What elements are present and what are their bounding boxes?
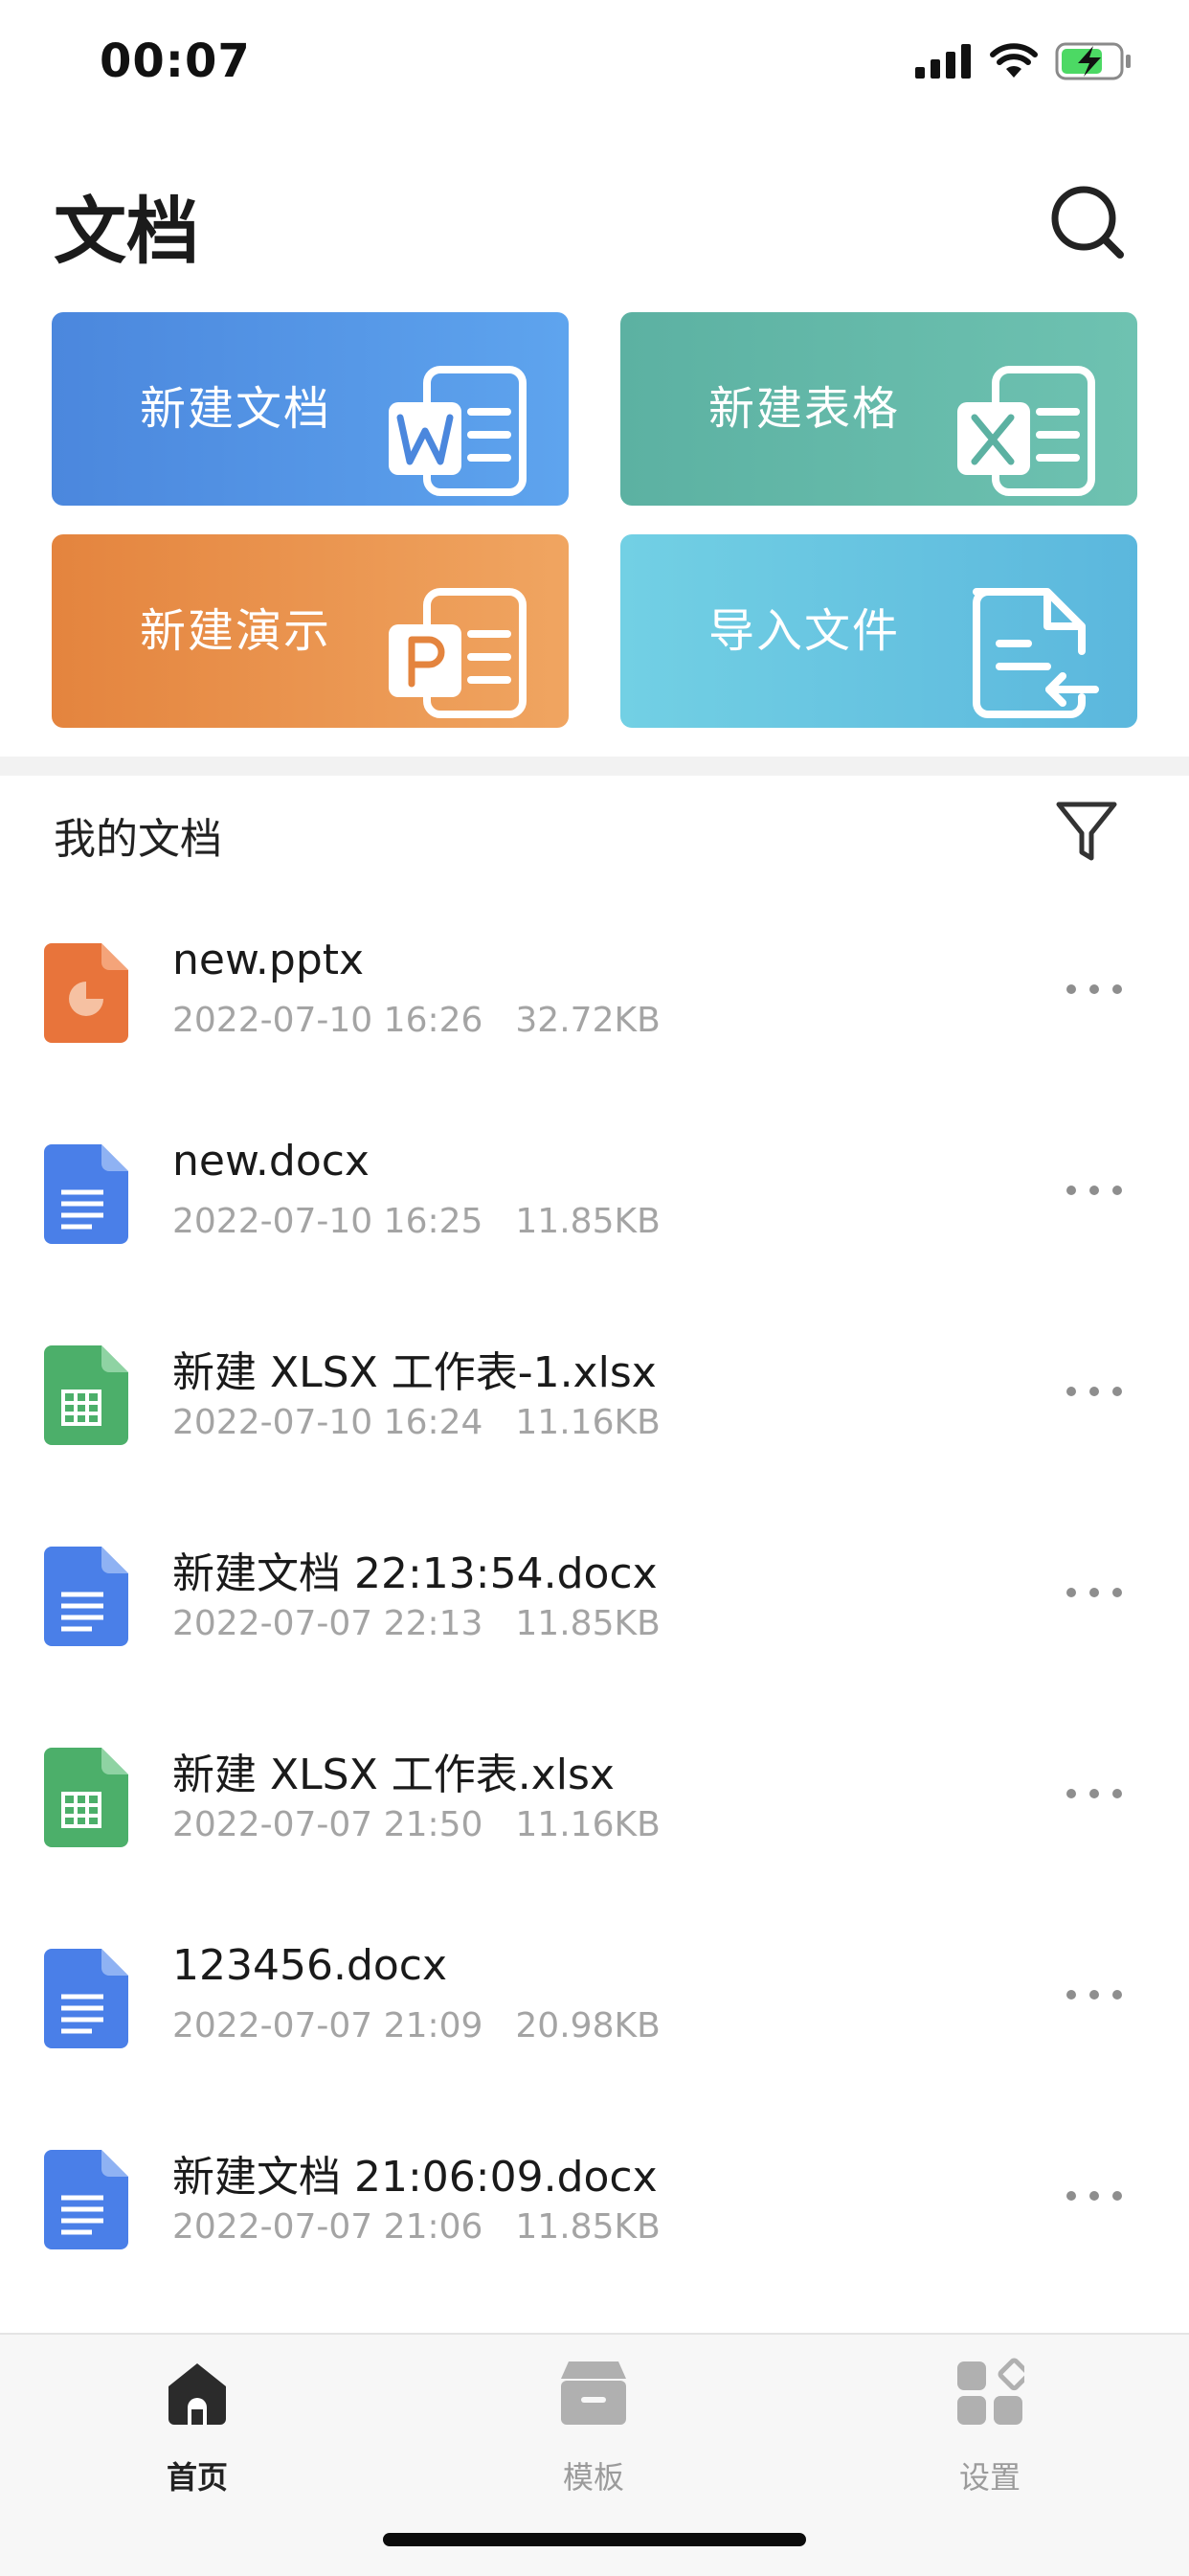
import-file-icon — [973, 588, 1099, 718]
xlsx-file-icon — [44, 1345, 128, 1445]
file-row[interactable]: 123456.docx 2022-07-07 21:09 20.98KB — [0, 1910, 1189, 2112]
file-date: 2022-07-10 16:25 — [172, 1202, 483, 1241]
search-icon — [1051, 186, 1124, 259]
more-options-icon[interactable] — [1063, 970, 1126, 1008]
home-icon — [168, 2363, 226, 2425]
file-row[interactable]: 新建文档 21:06:09.docx 2022-07-07 21:06 11.85… — [0, 2112, 1189, 2313]
docx-file-icon — [44, 1547, 128, 1646]
new-spreadsheet-card[interactable]: 新建表格 — [620, 312, 1137, 506]
file-name: 新建 XLSX 工作表.xlsx — [172, 1751, 615, 1799]
file-date: 2022-07-10 16:26 — [172, 1001, 483, 1040]
file-size: 11.85KB — [515, 1202, 661, 1241]
search-button[interactable] — [1047, 182, 1130, 264]
file-date: 2022-07-07 21:50 — [172, 1805, 483, 1844]
file-meta: 2022-07-10 16:24 11.16KB — [172, 1403, 661, 1442]
wifi-icon — [990, 43, 1038, 78]
filter-icon — [1056, 802, 1117, 861]
word-document-icon — [389, 366, 527, 496]
file-size: 11.85KB — [515, 2207, 661, 2247]
new-presentation-card[interactable]: 新建演示 — [52, 534, 569, 728]
import-file-card[interactable]: 导入文件 — [620, 534, 1137, 728]
file-meta: 2022-07-07 21:09 20.98KB — [172, 2006, 661, 2045]
new-document-label: 新建文档 — [140, 382, 332, 436]
file-name: 新建 XLSX 工作表-1.xlsx — [172, 1348, 657, 1397]
file-date: 2022-07-07 21:09 — [172, 2006, 483, 2045]
tab-home[interactable]: 首页 — [101, 2358, 293, 2501]
file-meta: 2022-07-07 21:06 11.85KB — [172, 2207, 661, 2247]
filter-button[interactable] — [1053, 799, 1120, 866]
docx-file-icon — [44, 2150, 128, 2249]
home-indicator[interactable] — [383, 2533, 806, 2546]
file-date: 2022-07-07 21:06 — [172, 2207, 483, 2247]
status-time: 00:07 — [100, 34, 251, 88]
status-bar: 00:07 — [0, 0, 1189, 126]
tab-label: 首页 — [166, 2459, 228, 2496]
more-options-icon[interactable] — [1063, 1171, 1126, 1209]
section-divider — [0, 757, 1189, 776]
more-options-icon[interactable] — [1063, 1774, 1126, 1813]
more-options-icon[interactable] — [1063, 2177, 1126, 2215]
new-document-card[interactable]: 新建文档 — [52, 312, 569, 506]
docx-file-icon — [44, 1144, 128, 1244]
file-row[interactable]: new.docx 2022-07-10 16:25 11.85KB — [0, 1106, 1189, 1307]
file-size: 11.85KB — [515, 1604, 661, 1643]
xlsx-file-icon — [44, 1748, 128, 1847]
file-size: 20.98KB — [515, 2006, 661, 2045]
settings-grid-icon — [957, 2358, 1024, 2425]
file-meta: 2022-07-07 21:50 11.16KB — [172, 1805, 661, 1844]
file-name: 123456.docx — [172, 1941, 448, 1990]
tab-label: 设置 — [958, 2459, 1021, 2496]
more-options-icon[interactable] — [1063, 1976, 1126, 2014]
tab-settings[interactable]: 设置 — [894, 2358, 1086, 2501]
file-name: 新建文档 22:13:54.docx — [172, 1549, 658, 1598]
template-box-icon — [561, 2361, 626, 2425]
file-row[interactable]: new.pptx 2022-07-10 16:26 32.72KB — [0, 905, 1189, 1106]
file-row[interactable]: 新建 XLSX 工作表-1.xlsx 2022-07-10 16:24 11.16… — [0, 1307, 1189, 1508]
file-name: new.pptx — [172, 936, 365, 984]
battery-charging-icon — [1055, 42, 1131, 80]
page-title: 文档 — [54, 189, 199, 274]
status-icons — [915, 42, 1132, 80]
file-size: 11.16KB — [515, 1403, 661, 1442]
file-row[interactable]: 新建 XLSX 工作表.xlsx 2022-07-07 21:50 11.16KB — [0, 1709, 1189, 1910]
tab-label: 模板 — [562, 2459, 624, 2496]
new-presentation-label: 新建演示 — [140, 604, 332, 658]
file-date: 2022-07-07 22:13 — [172, 1604, 483, 1643]
new-spreadsheet-label: 新建表格 — [708, 382, 901, 436]
more-options-icon[interactable] — [1063, 1372, 1126, 1411]
file-name: 新建文档 21:06:09.docx — [172, 2153, 658, 2202]
cellular-signal-icon — [915, 44, 971, 79]
file-size: 32.72KB — [515, 1001, 661, 1040]
file-name: new.docx — [172, 1137, 370, 1186]
powerpoint-presentation-icon — [389, 588, 527, 718]
pptx-file-icon — [44, 943, 128, 1043]
docx-file-icon — [44, 1949, 128, 2048]
file-meta: 2022-07-10 16:25 11.85KB — [172, 1202, 661, 1241]
excel-spreadsheet-icon — [957, 366, 1095, 496]
file-date: 2022-07-10 16:24 — [172, 1403, 483, 1442]
file-meta: 2022-07-07 22:13 11.85KB — [172, 1604, 661, 1643]
file-size: 11.16KB — [515, 1805, 661, 1844]
import-file-label: 导入文件 — [708, 604, 901, 658]
more-options-icon[interactable] — [1063, 1573, 1126, 1612]
tab-templates[interactable]: 模板 — [498, 2358, 689, 2501]
file-row[interactable]: 新建文档 22:13:54.docx 2022-07-07 22:13 11.85… — [0, 1508, 1189, 1709]
my-documents-title: 我的文档 — [54, 815, 222, 864]
file-meta: 2022-07-10 16:26 32.72KB — [172, 1001, 661, 1040]
